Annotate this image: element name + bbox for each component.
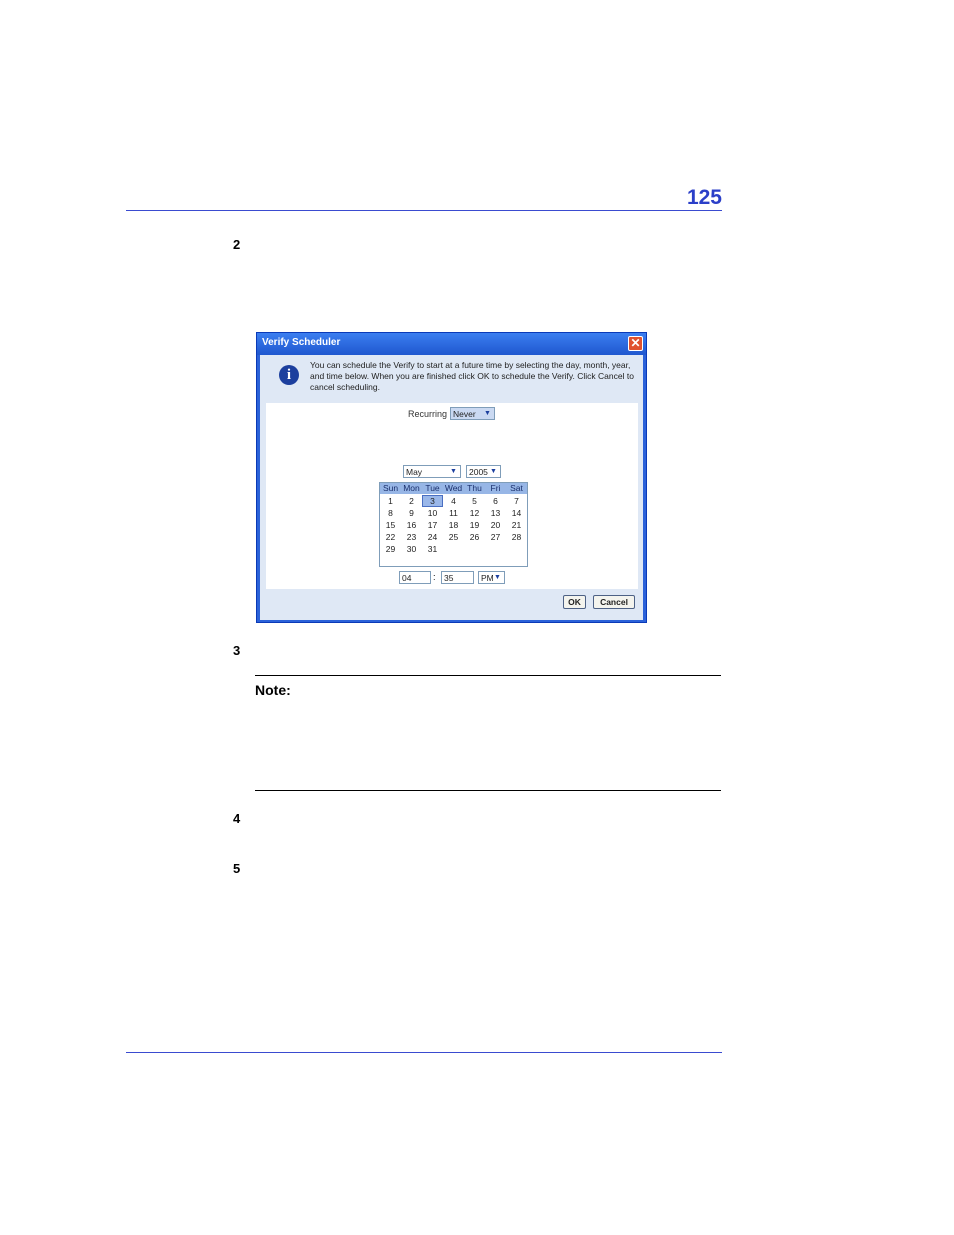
info-message: You can schedule the Verify to start at … [310, 360, 634, 392]
recurring-label: Recurring [408, 409, 448, 419]
chevron-down-icon: ▼ [484, 410, 491, 417]
ampm-select[interactable]: PM ▼ [478, 571, 505, 584]
recurring-value: Never [453, 409, 476, 419]
weekday-label: Sun [382, 483, 399, 493]
calendar-day[interactable]: 18 [443, 519, 464, 531]
calendar-weekday-header: Sun Mon Tue Wed Thu Fri Sat [380, 483, 527, 494]
calendar-day[interactable]: 24 [422, 531, 443, 543]
calendar-day[interactable]: 13 [485, 507, 506, 519]
ok-button[interactable]: OK [563, 595, 586, 609]
time-separator: : [433, 572, 436, 582]
calendar-day[interactable]: 15 [380, 519, 401, 531]
weekday-label: Sat [510, 483, 523, 493]
year-select[interactable]: 2005 ▼ [466, 465, 501, 478]
weekday-label: Wed [444, 483, 463, 493]
calendar-day[interactable]: 17 [422, 519, 443, 531]
note-label: Note: [255, 682, 291, 698]
note-top-rule [255, 675, 721, 676]
calendar-day[interactable]: 20 [485, 519, 506, 531]
calendar-day[interactable]: 9 [401, 507, 422, 519]
dialog-titlebar[interactable]: Verify Scheduler ✕ [257, 333, 646, 355]
calendar-day[interactable]: 16 [401, 519, 422, 531]
calendar-day[interactable]: 28 [506, 531, 527, 543]
chevron-down-icon: ▼ [494, 574, 501, 581]
weekday-label: Fri [490, 483, 501, 493]
calendar-day[interactable]: 12 [464, 507, 485, 519]
chevron-down-icon: ▼ [490, 468, 497, 475]
close-button[interactable]: ✕ [628, 336, 643, 351]
calendar-day[interactable]: 11 [443, 507, 464, 519]
cancel-button[interactable]: Cancel [593, 595, 635, 609]
recurring-select[interactable]: Never ▼ [450, 407, 495, 420]
calendar-day[interactable]: 19 [464, 519, 485, 531]
calendar-day[interactable]: 22 [380, 531, 401, 543]
weekday-label: Tue [425, 483, 440, 493]
calendar-day[interactable]: 25 [443, 531, 464, 543]
calendar-day[interactable]: 30 [401, 543, 422, 555]
footer-rule [126, 1052, 722, 1053]
header-rule [126, 210, 722, 211]
calendar-day[interactable]: 5 [464, 495, 485, 507]
calendar-day[interactable]: 6 [485, 495, 506, 507]
minute-input[interactable]: 35 [441, 571, 474, 584]
hour-value: 04 [402, 573, 412, 583]
calendar-day[interactable]: 29 [380, 543, 401, 555]
calendar-day[interactable]: 2 [401, 495, 422, 507]
calendar-day[interactable]: 10 [422, 507, 443, 519]
verify-scheduler-dialog: Verify Scheduler ✕ i You can schedule th… [256, 332, 647, 623]
calendar-day[interactable]: 27 [485, 531, 506, 543]
calendar-day[interactable]: 31 [422, 543, 443, 555]
calendar-day[interactable]: 8 [380, 507, 401, 519]
calendar-grid: Sun Mon Tue Wed Thu Fri Sat 1 2 3 4 5 6 … [379, 482, 528, 567]
step-number: 5 [233, 861, 241, 876]
year-value: 2005 [469, 467, 488, 477]
minute-value: 35 [444, 573, 454, 583]
step-number: 4 [233, 811, 241, 826]
step-number: 2 [233, 237, 241, 252]
note-bottom-rule [255, 790, 721, 791]
month-select[interactable]: May ▼ [403, 465, 461, 478]
page-number: 125 [686, 186, 722, 209]
calendar-day[interactable]: 26 [464, 531, 485, 543]
step-number: 3 [233, 643, 241, 658]
calendar-day[interactable]: 21 [506, 519, 527, 531]
info-icon: i [279, 365, 299, 385]
calendar-day[interactable]: 1 [380, 495, 401, 507]
calendar-day[interactable]: 23 [401, 531, 422, 543]
month-value: May [406, 467, 423, 477]
weekday-label: Thu [467, 483, 482, 493]
dialog-title: Verify Scheduler [262, 337, 341, 348]
weekday-label: Mon [403, 483, 420, 493]
calendar-day-selected[interactable]: 3 [422, 495, 443, 507]
chevron-down-icon: ▼ [450, 468, 457, 475]
hour-input[interactable]: 04 [399, 571, 431, 584]
calendar-day[interactable]: 14 [506, 507, 527, 519]
calendar-day[interactable]: 4 [443, 495, 464, 507]
schedule-panel: Recurring Never ▼ May ▼ 2005 ▼ Sun Mon T… [266, 403, 638, 589]
calendar-day[interactable]: 7 [506, 495, 527, 507]
dialog-body: i You can schedule the Verify to start a… [260, 355, 643, 620]
